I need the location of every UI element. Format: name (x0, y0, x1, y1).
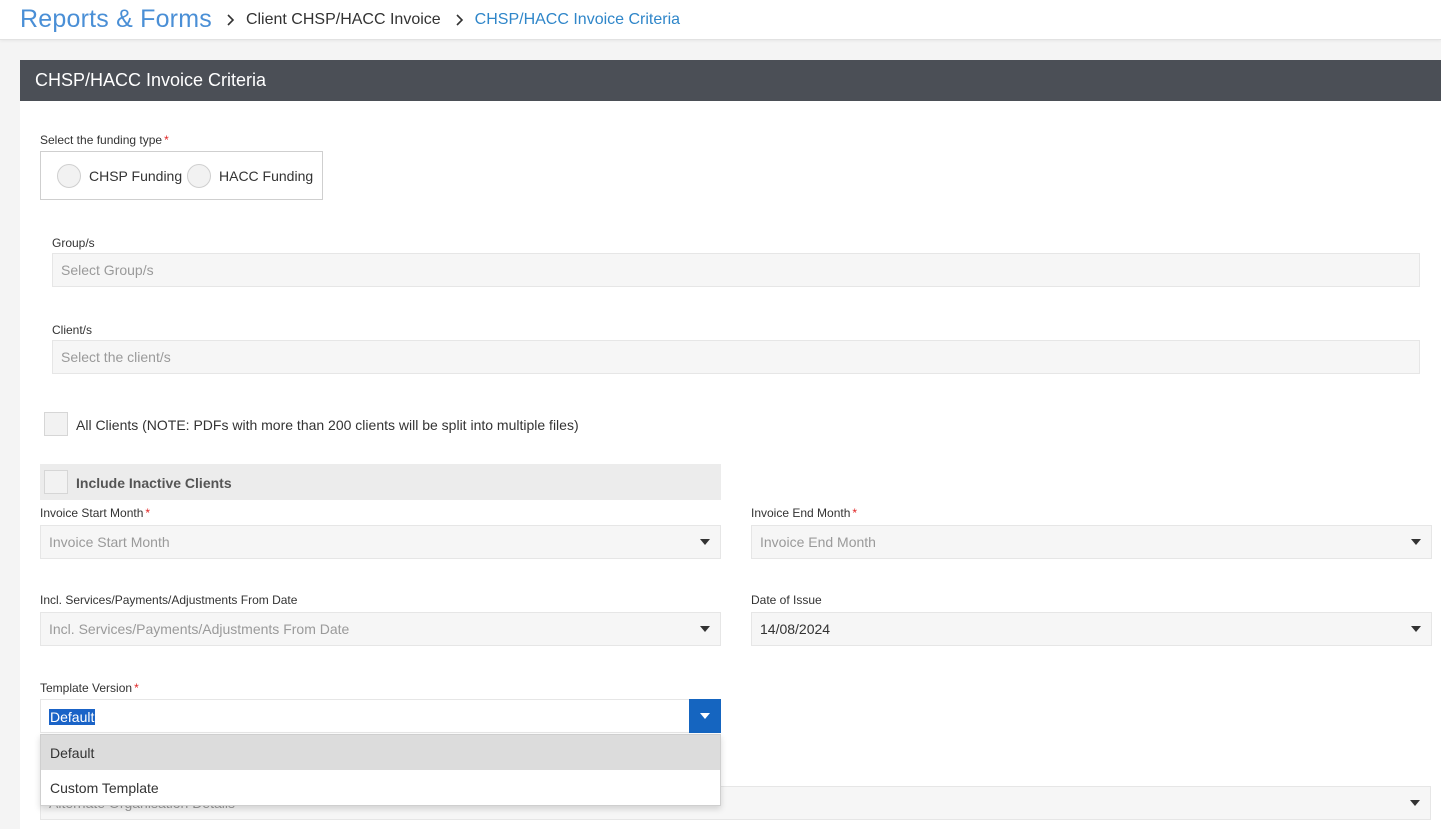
criteria-panel: CHSP/HACC Invoice Criteria Select the fu… (20, 60, 1441, 829)
template-version-label: Template Version * (40, 681, 139, 695)
from-date-label: Incl. Services/Payments/Adjustments From… (40, 593, 298, 607)
panel-title: CHSP/HACC Invoice Criteria (20, 60, 1441, 101)
date-of-issue-label: Date of Issue (751, 593, 822, 607)
breadcrumb-root[interactable]: Reports & Forms (20, 5, 212, 34)
all-clients-checkbox[interactable] (44, 412, 68, 436)
required-marker: * (164, 133, 169, 147)
include-inactive-checkbox[interactable] (44, 470, 68, 494)
template-version-select[interactable]: Default (40, 699, 721, 733)
groups-label: Group/s (52, 236, 95, 250)
hacc-funding-radio[interactable] (187, 164, 211, 188)
chevron-right-icon (455, 13, 465, 26)
funding-type-group: CHSP Funding HACC Funding (40, 151, 323, 200)
caret-down-icon (700, 713, 710, 719)
date-of-issue-value: 14/08/2024 (760, 621, 831, 637)
from-date-select[interactable]: Incl. Services/Payments/Adjustments From… (40, 612, 721, 646)
invoice-end-select[interactable]: Invoice End Month (751, 525, 1432, 559)
caret-down-icon (700, 539, 710, 545)
date-of-issue-select[interactable]: 14/08/2024 (751, 612, 1432, 646)
template-option-default[interactable]: Default (41, 735, 720, 770)
include-inactive-label[interactable]: Include Inactive Clients (76, 475, 232, 491)
hacc-funding-label[interactable]: HACC Funding (219, 168, 313, 184)
breadcrumb-current: CHSP/HACC Invoice Criteria (474, 10, 681, 28)
chsp-funding-label[interactable]: CHSP Funding (89, 168, 182, 184)
clients-label: Client/s (52, 323, 93, 337)
invoice-start-placeholder: Invoice Start Month (49, 534, 170, 550)
clients-input[interactable]: Select the client/s (52, 340, 1420, 374)
template-version-value: Default (49, 709, 96, 725)
required-marker: * (145, 506, 151, 520)
funding-type-label-text: Select the funding type (40, 133, 163, 147)
invoice-start-label-text: Invoice Start Month (40, 506, 144, 520)
chsp-funding-radio[interactable] (57, 164, 81, 188)
required-marker: * (852, 506, 858, 520)
groups-placeholder: Select Group/s (61, 262, 154, 278)
breadcrumb-bar: Reports & Forms Client CHSP/HACC Invoice… (0, 0, 1441, 40)
caret-down-icon (1411, 626, 1421, 632)
invoice-end-placeholder: Invoice End Month (760, 534, 876, 550)
invoice-end-label: Invoice End Month * (751, 506, 857, 520)
template-version-dropdown: Default Custom Template (40, 734, 721, 806)
groups-input[interactable]: Select Group/s (52, 253, 1420, 287)
caret-down-icon (700, 626, 710, 632)
invoice-start-select[interactable]: Invoice Start Month (40, 525, 721, 559)
funding-type-label: Select the funding type * (40, 133, 169, 147)
dropdown-toggle-button[interactable] (689, 699, 721, 733)
invoice-start-label: Invoice Start Month * (40, 506, 150, 520)
template-option-custom[interactable]: Custom Template (41, 770, 720, 805)
caret-down-icon (1410, 800, 1420, 806)
chevron-right-icon (226, 13, 236, 26)
clients-placeholder: Select the client/s (61, 349, 171, 365)
breadcrumb-middle[interactable]: Client CHSP/HACC Invoice (246, 11, 441, 29)
template-version-label-text: Template Version (40, 681, 133, 695)
invoice-end-label-text: Invoice End Month (751, 506, 851, 520)
caret-down-icon (1411, 539, 1421, 545)
required-marker: * (134, 681, 139, 695)
all-clients-label[interactable]: All Clients (NOTE: PDFs with more than 2… (76, 417, 579, 433)
from-date-placeholder: Incl. Services/Payments/Adjustments From… (49, 621, 350, 637)
